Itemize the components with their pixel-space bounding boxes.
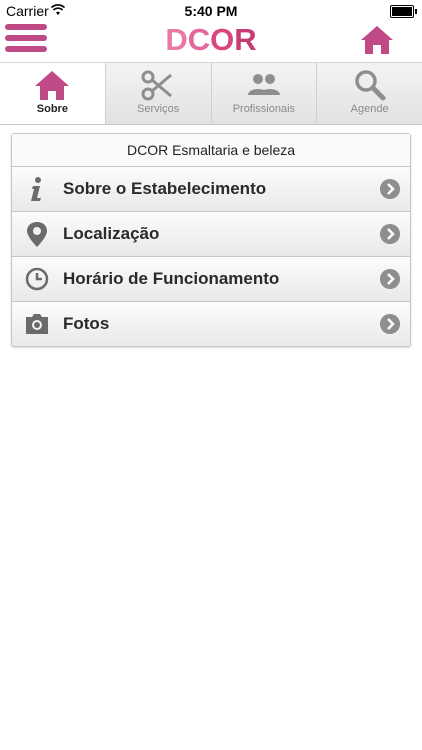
search-icon [354,70,386,101]
app-header: DCOR [0,22,422,62]
tab-label: Serviços [137,103,180,115]
tab-bar: Sobre Serviços Profissionais Agende [0,62,422,125]
battery-icon [390,5,417,18]
tab-servicos[interactable]: Serviços [106,63,212,124]
tab-profissionais[interactable]: Profissionais [212,63,318,124]
people-icon [247,74,280,95]
home-button[interactable] [360,25,394,55]
info-panel: DCOR Esmaltaria e beleza Sobre o Estabel… [11,133,411,347]
clock-icon [25,267,49,291]
chevron-right-icon [380,314,400,334]
list-item-label: Localização [63,224,160,243]
location-pin-icon [27,222,47,247]
dcor-logo: DCOR [165,22,257,57]
status-time: 5:40 PM [184,3,238,19]
list-item-localizacao[interactable]: Localização [12,212,410,257]
list-item-sobre-estabelecimento[interactable]: Sobre o Estabelecimento [12,167,410,212]
camera-icon [26,314,48,334]
scissors-icon [141,70,173,101]
panel-title: DCOR Esmaltaria e beleza [12,134,410,167]
info-icon [31,177,41,201]
chevron-right-icon [380,224,400,244]
list-item-fotos[interactable]: Fotos [12,302,410,346]
status-bar: Carrier 5:40 PM [0,0,422,22]
tab-label: Sobre [36,103,68,115]
list-item-label: Horário de Funcionamento [63,269,280,288]
list-item-label: Fotos [63,314,110,333]
chevron-right-icon [380,179,400,199]
home-icon [35,71,70,100]
chevron-right-icon [380,269,400,289]
list-item-horario[interactable]: Horário de Funcionamento [12,257,410,302]
tab-agende[interactable]: Agende [317,63,422,124]
tab-label: Agende [350,103,389,115]
tab-sobre[interactable]: Sobre [0,63,106,124]
list-item-label: Sobre o Estabelecimento [63,179,267,198]
tab-label: Profissionais [232,103,296,115]
